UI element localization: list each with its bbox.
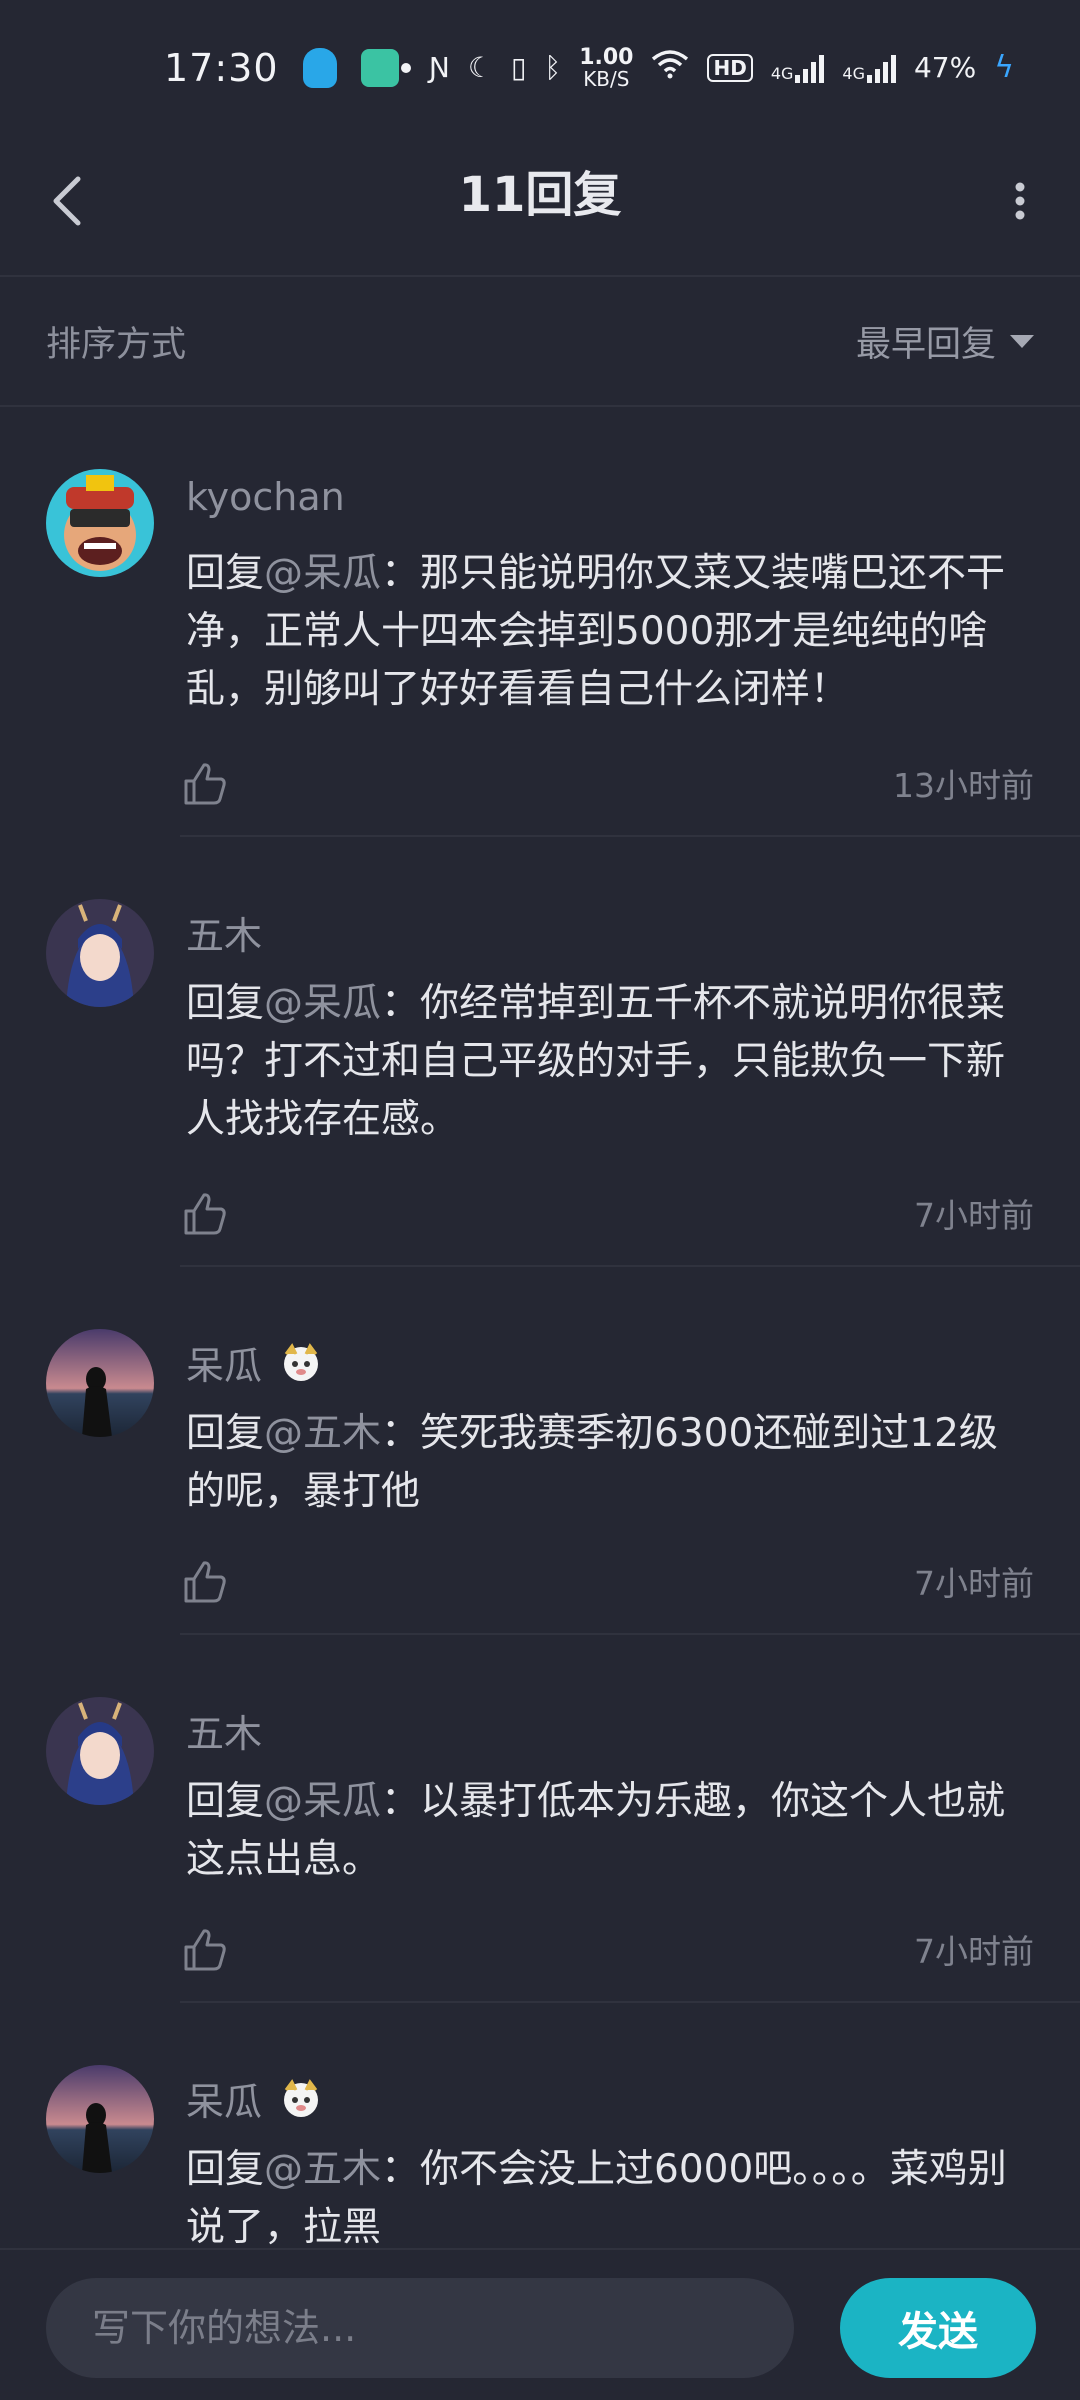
reply-list[interactable]: kyochan 回复@呆瓜：那只能说明你又菜又装嘴巴还不干净，正常人十四本会掉到… [0, 407, 1080, 2247]
fan-badge-icon [284, 1342, 319, 1381]
reply-item: kyochan 回复@呆瓜：那只能说明你又菜又装嘴巴还不干净，正常人十四本会掉到… [0, 407, 1080, 837]
signal-bars-icon [795, 53, 825, 83]
reply-time: 7小时前 [914, 1564, 1034, 1603]
mention-link[interactable]: @呆瓜 [264, 1779, 381, 1824]
sort-label: 排序方式 [46, 324, 187, 365]
sort-dropdown[interactable]: 最早回复 [856, 316, 1034, 367]
reply-content: 回复@呆瓜：你经常掉到五千杯不就说明你很菜吗？打不过和自己平级的对手，只能欺负一… [186, 975, 1036, 1149]
avatar[interactable] [46, 899, 154, 1007]
avatar[interactable] [46, 1697, 154, 1805]
avatar[interactable] [46, 2065, 154, 2173]
like-button[interactable] [180, 759, 230, 809]
separator: ： [381, 551, 421, 596]
more-vertical-icon [1015, 182, 1025, 220]
reply-prefix: 回复 [186, 1411, 265, 1456]
composer-bar: 发送 [0, 2248, 1080, 2400]
signal-bars-icon [866, 53, 896, 83]
caret-down-icon [1010, 334, 1034, 348]
comment-input[interactable] [46, 2278, 794, 2378]
thumbs-up-icon [184, 1193, 226, 1235]
chevron-left-icon [53, 176, 81, 226]
send-button[interactable]: 发送 [840, 2278, 1036, 2378]
reply-content: 回复@呆瓜：那只能说明你又菜又装嘴巴还不干净，正常人十四本会掉到5000那才是纯… [186, 545, 1036, 719]
like-button[interactable] [180, 1925, 230, 1975]
username[interactable]: 呆瓜 [186, 2071, 324, 2126]
top-bar: 11回复 [0, 135, 1080, 277]
hd-badge: HD [707, 53, 753, 82]
fan-badge-icon [284, 2078, 319, 2117]
separator: ： [381, 2147, 421, 2192]
network-speed: 1.00 KB/S [579, 44, 634, 91]
reply-prefix: 回复 [186, 1779, 265, 1824]
reply-prefix: 回复 [186, 981, 265, 1026]
wifi-icon [651, 49, 689, 86]
status-time: 17:30 [164, 45, 279, 90]
more-options-button[interactable] [990, 165, 1050, 235]
username[interactable]: 五木 [186, 1703, 262, 1758]
app-notification-icon [360, 48, 399, 87]
signal-1: 4G [771, 53, 825, 83]
like-button[interactable] [180, 1557, 230, 1607]
thumbs-up-icon [184, 1929, 226, 1971]
reply-content: 回复@五木：笑死我赛季初6300还碰到过12级的呢，暴打他 [186, 1405, 1036, 1521]
reply-item: 五木 回复@呆瓜：以暴打低本为乐趣，你这个人也就这点出息。 7小时前 [0, 1635, 1080, 2003]
mention-link[interactable]: @呆瓜 [264, 551, 381, 596]
like-button[interactable] [180, 1189, 230, 1239]
reply-content: 回复@呆瓜：以暴打低本为乐趣，你这个人也就这点出息。 [186, 1773, 1036, 1889]
mention-link[interactable]: @呆瓜 [264, 981, 381, 1026]
username[interactable]: kyochan [186, 475, 345, 519]
reply-content: 回复@五木：你不会没上过6000吧。。。。菜鸡别说了，拉黑 [186, 2141, 1036, 2247]
reply-item: 呆瓜 回复@五木：笑死我赛季初6300还碰到过12级的呢，暴打他 7小时前 [0, 1267, 1080, 1635]
separator: ： [381, 1779, 421, 1824]
thumbs-up-icon [184, 1561, 226, 1603]
reply-time: 13小时前 [893, 766, 1034, 805]
reply-prefix: 回复 [186, 2147, 265, 2192]
separator: ： [381, 1411, 421, 1456]
username[interactable]: 五木 [186, 905, 262, 960]
reply-item: 五木 回复@呆瓜：你经常掉到五千杯不就说明你很菜吗？打不过和自己平级的对手，只能… [0, 837, 1080, 1267]
mention-link[interactable]: @五木 [264, 2147, 381, 2192]
sort-selected-value: 最早回复 [855, 324, 996, 365]
separator: ： [381, 981, 421, 1026]
page-title: 11回复 [458, 167, 622, 223]
reply-time: 7小时前 [914, 1932, 1034, 1971]
signal-2: 4G [842, 53, 896, 83]
username[interactable]: 呆瓜 [186, 1335, 324, 1390]
thumbs-up-icon [184, 763, 226, 805]
nfc-icon: Ɲ [428, 51, 450, 84]
moon-icon: ☾ [467, 51, 493, 84]
back-button[interactable] [42, 165, 102, 235]
battery-level: 47% [913, 51, 977, 84]
mention-link[interactable]: @五木 [264, 1411, 381, 1456]
bluetooth-icon: ᛒ [544, 51, 562, 84]
vibrate-icon: ▯ [510, 51, 527, 84]
charging-icon: ϟ [994, 50, 1014, 85]
status-bar: 17:30 Ɲ ☾ ▯ ᛒ 1.00 KB/S HD 4G 4G 47% ϟ [0, 0, 1080, 135]
reply-time: 7小时前 [914, 1196, 1034, 1235]
reply-item: 呆瓜 回复@五木：你不会没上过6000吧。。。。菜鸡别说了，拉黑 [0, 2003, 1080, 2247]
avatar[interactable] [46, 469, 154, 577]
qq-notification-icon [302, 47, 337, 88]
avatar[interactable] [46, 1329, 154, 1437]
reply-prefix: 回复 [186, 551, 265, 596]
dot-icon [400, 62, 411, 73]
sort-bar: 排序方式 最早回复 [0, 277, 1080, 407]
